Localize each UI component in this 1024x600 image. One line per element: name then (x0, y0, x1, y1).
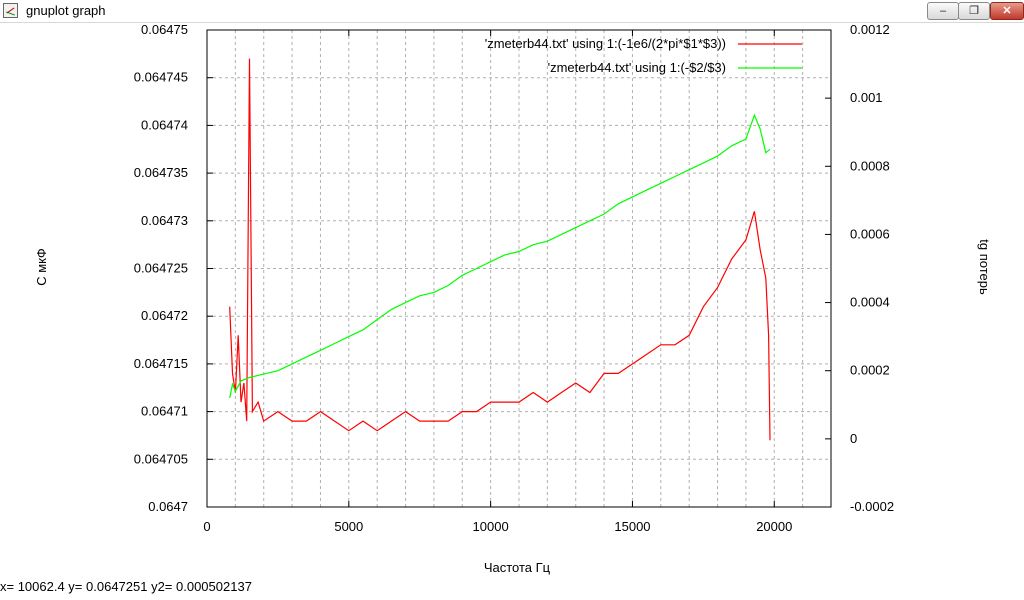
y-tick-label: 0.064705 (134, 451, 188, 466)
x-tick-label: 20000 (756, 519, 792, 534)
y-tick-label: 0.06474 (141, 117, 188, 132)
y2-tick-label: 0 (850, 431, 857, 446)
y2-tick-label: 0.0012 (850, 22, 890, 37)
y2-tick-label: 0.0002 (850, 363, 890, 378)
y-tick-label: 0.0647 (148, 499, 188, 514)
chart-plot[interactable]: 0 5000 10000 15000 20000 0.0647 0.064705 0.0647… (0, 22, 1024, 578)
y-axis-label: С мкФ (34, 248, 49, 286)
y2-tick-label: 0.0004 (850, 295, 890, 310)
close-button[interactable]: ✕ (990, 2, 1024, 20)
y-tick-label: 0.06473 (141, 213, 188, 228)
x-axis-label: Частота Гц (484, 560, 551, 575)
legend-label-1: 'zmeterb44.txt' using 1:(-1e6/(2*pi*$1*$… (485, 36, 726, 51)
window-titlebar: gnuplot graph – ❐ ✕ (0, 0, 1024, 23)
y2-tick-label: 0.0006 (850, 226, 890, 241)
x-tick-label: 15000 (614, 519, 650, 534)
status-coordinates: x= 10062.4 y= 0.0647251 y2= 0.000502137 (0, 579, 252, 594)
gnuplot-app-icon[interactable] (3, 3, 18, 18)
minimize-button[interactable]: – (927, 2, 959, 20)
y-tick-label: 0.06472 (141, 308, 188, 323)
y2-tick-label: -0.0002 (850, 499, 894, 514)
x-tick-label: 5000 (334, 519, 363, 534)
x-tick-label: 10000 (473, 519, 509, 534)
y2-axis-label: tg потерь (977, 239, 992, 295)
y-tick-label: 0.064715 (134, 356, 188, 371)
maximize-button[interactable]: ❐ (958, 2, 990, 20)
y2-tick-label: 0.0008 (850, 158, 890, 173)
y2-tick-label: 0.001 (850, 90, 883, 105)
y-tick-label: 0.064745 (134, 70, 188, 85)
x-tick-label: 0 (203, 519, 210, 534)
window-title: gnuplot graph (26, 3, 106, 18)
legend-label-2: 'zmeterb44.txt' using 1:(-$2/$3) (548, 60, 726, 75)
y-tick-label: 0.064735 (134, 165, 188, 180)
y-tick-label: 0.06475 (141, 22, 188, 37)
y-tick-label: 0.06471 (141, 404, 188, 419)
y-tick-label: 0.064725 (134, 261, 188, 276)
